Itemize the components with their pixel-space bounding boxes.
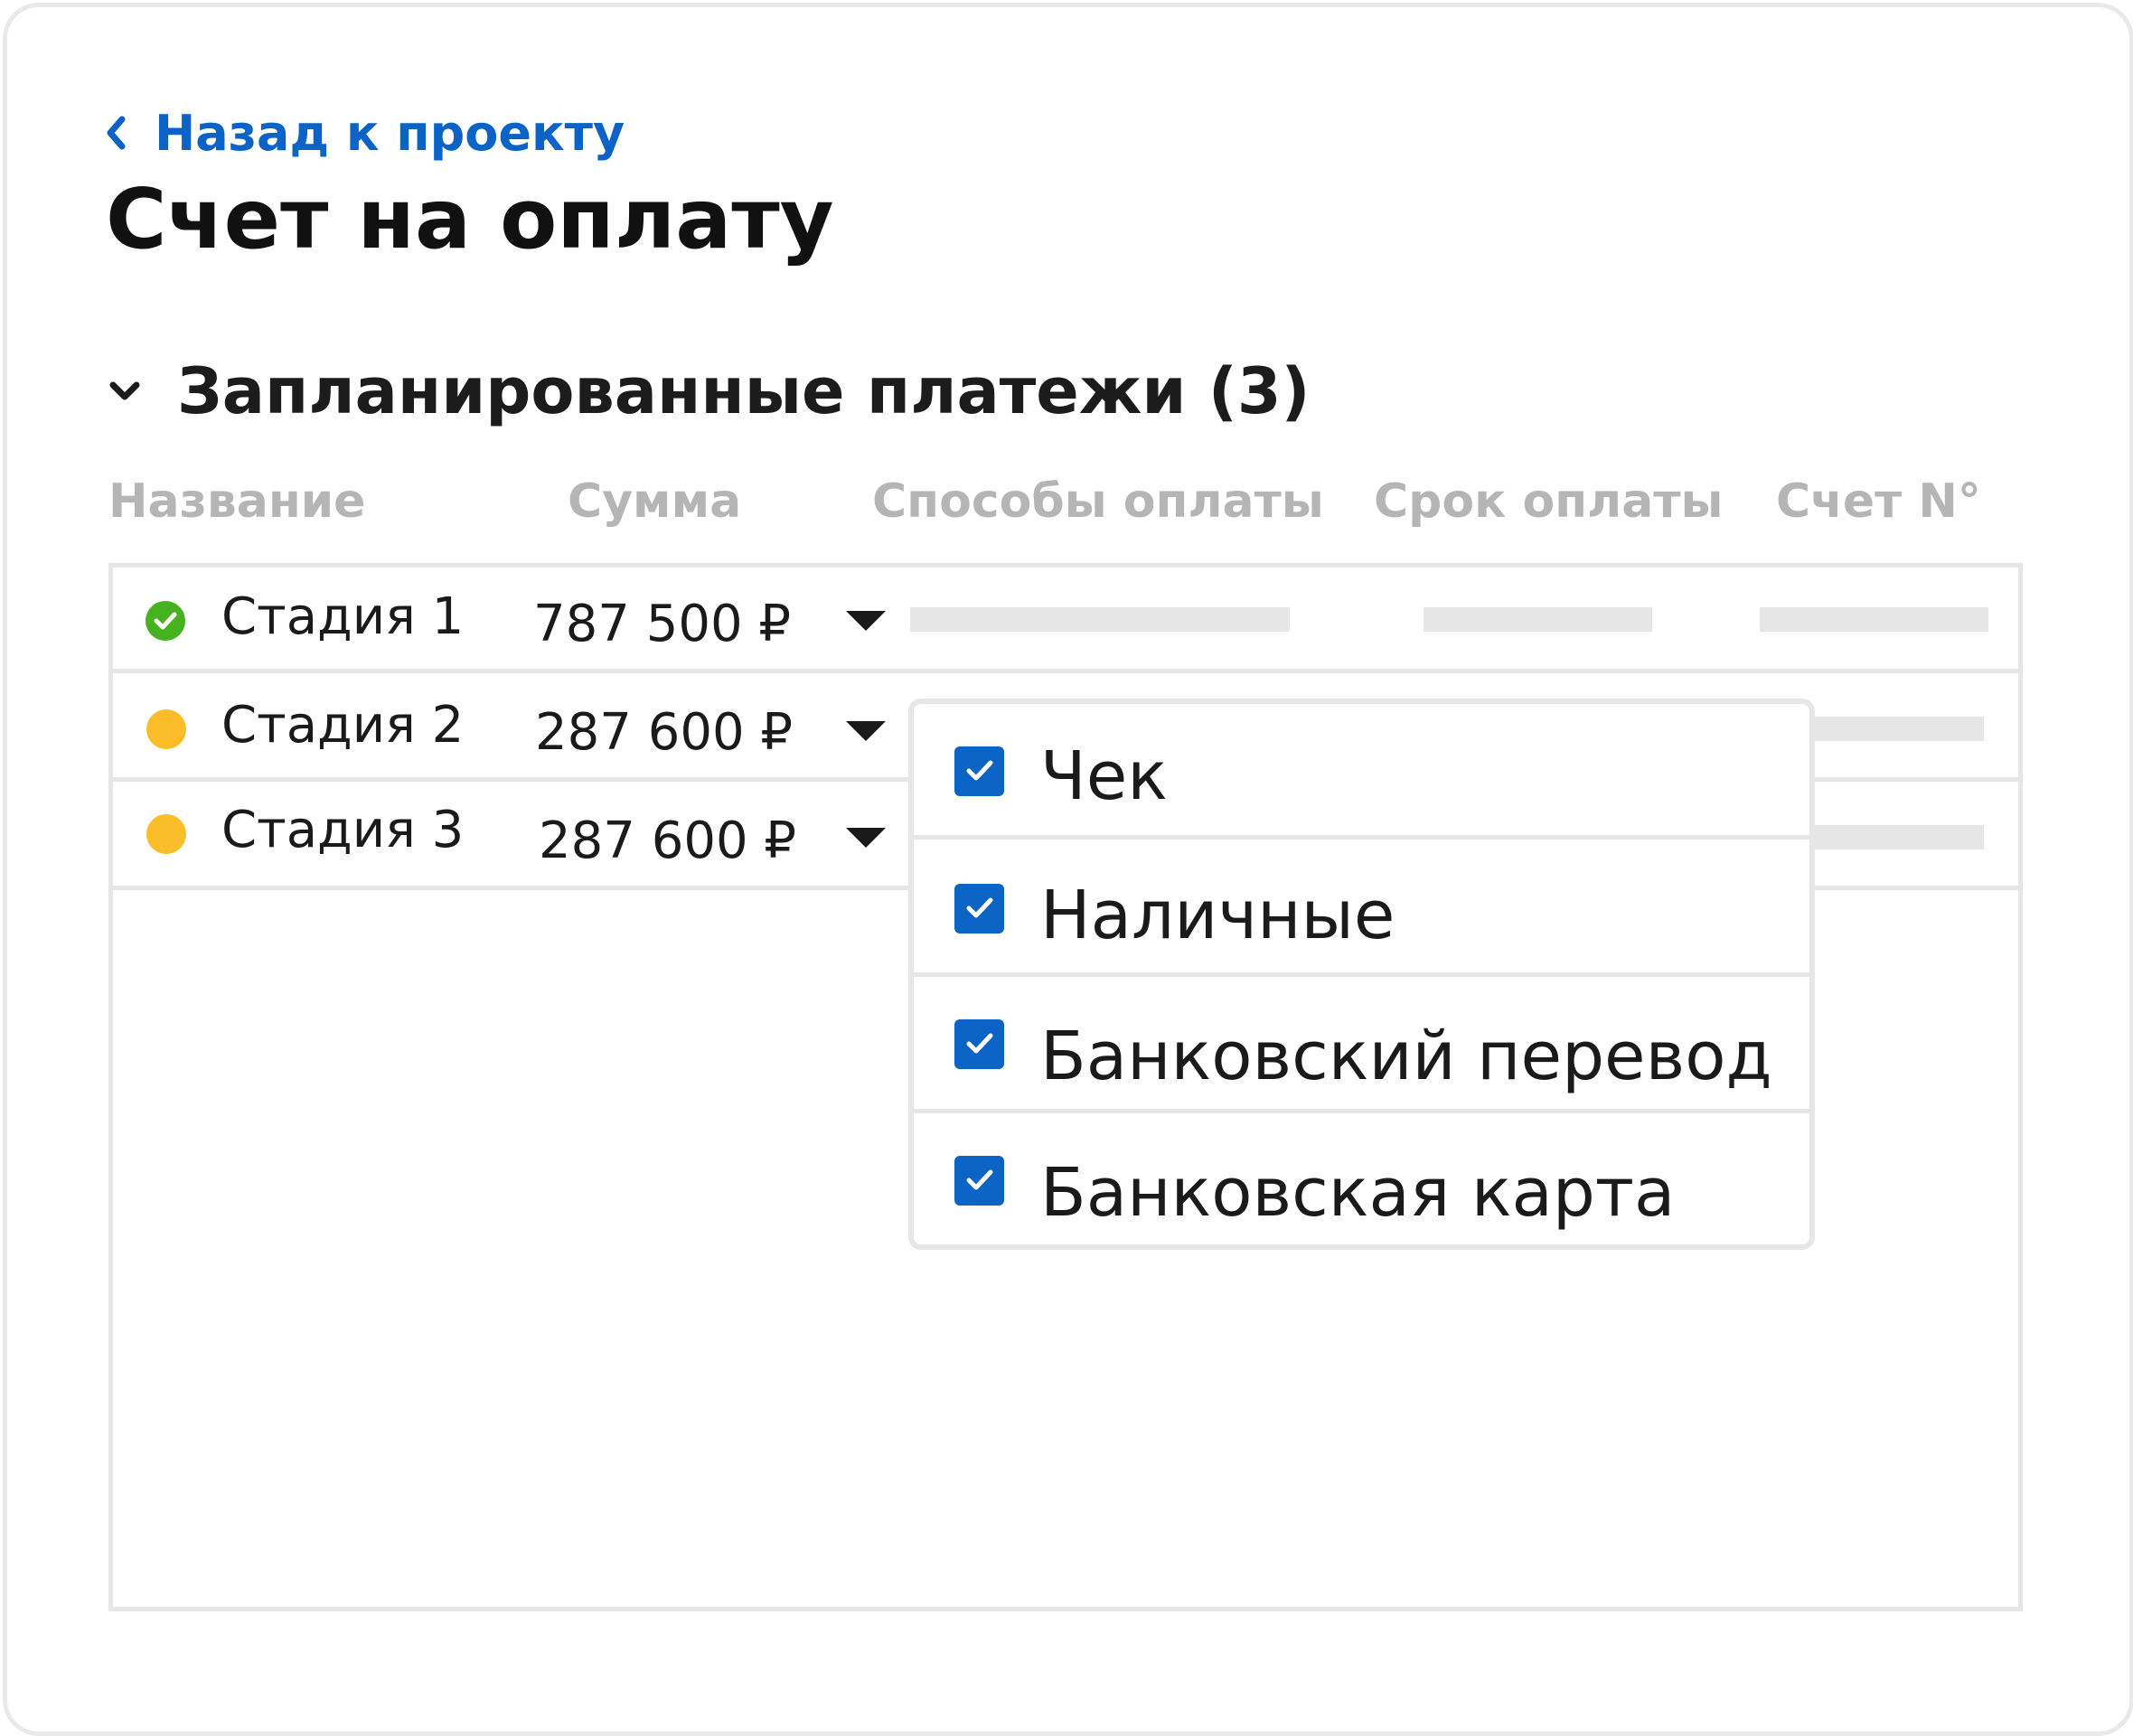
dropdown-option-label: Банковский перевод [1040, 1018, 1772, 1095]
chevron-down-icon [109, 381, 140, 400]
dropdown-option-label: Чек [1040, 737, 1168, 815]
dot-icon [146, 814, 186, 854]
back-link-label: Назад к проекту [155, 104, 625, 162]
column-header-name: Название [108, 474, 366, 529]
invoice-number-placeholder [1799, 717, 1984, 741]
dropdown-option-bank-card[interactable]: Банковская карта [914, 1113, 1809, 1244]
checkbox-checked-icon[interactable] [954, 1019, 1004, 1069]
row-stage-name: Стадия 1 [221, 587, 465, 646]
invoice-number-placeholder [1760, 607, 1988, 632]
caret-down-icon[interactable] [839, 604, 893, 640]
dropdown-option-label: Наличные [1040, 877, 1395, 954]
invoice-number-placeholder [1799, 825, 1984, 849]
column-header-due-date: Срок оплаты [1374, 474, 1724, 529]
row-amount: 287 600 ₽ [539, 812, 797, 870]
column-header-amount: Сумма [568, 474, 742, 529]
check-circle-icon [146, 601, 185, 641]
row-stage-name: Стадия 3 [221, 801, 465, 859]
row-divider [108, 669, 2023, 673]
row-amount: 287 600 ₽ [535, 703, 794, 762]
due-date-placeholder [1424, 607, 1652, 632]
column-header-payment-methods: Способы оплаты [872, 474, 1324, 529]
row-amount: 787 500 ₽ [533, 595, 792, 653]
row-stage-name: Стадия 2 [221, 696, 465, 755]
column-header-invoice-number: Счет N° [1776, 474, 1981, 529]
chevron-left-icon [107, 116, 126, 150]
dropdown-option-check[interactable]: Чек [914, 704, 1809, 840]
payment-methods-dropdown: Чек Наличные Банковский перевод Банковск… [908, 699, 1815, 1250]
caret-down-icon[interactable] [839, 714, 893, 750]
checkbox-checked-icon[interactable] [954, 1156, 1004, 1206]
checkbox-checked-icon[interactable] [954, 884, 1004, 934]
caret-down-icon[interactable] [839, 821, 893, 857]
scheduled-payments-toggle[interactable]: Запланированные платежи (3) [108, 351, 1311, 432]
dropdown-option-cash[interactable]: Наличные [914, 840, 1809, 975]
section-title: Запланированные платежи (3) [177, 354, 1311, 428]
dropdown-option-bank-transfer[interactable]: Банковский перевод [914, 977, 1809, 1112]
back-to-project-link[interactable]: Назад к проекту [106, 101, 625, 164]
dropdown-option-label: Банковская карта [1040, 1154, 1676, 1232]
dot-icon [146, 709, 186, 749]
payment-methods-placeholder [910, 607, 1290, 632]
checkbox-checked-icon[interactable] [954, 746, 1004, 796]
page-title: Счет на оплату [106, 171, 834, 267]
